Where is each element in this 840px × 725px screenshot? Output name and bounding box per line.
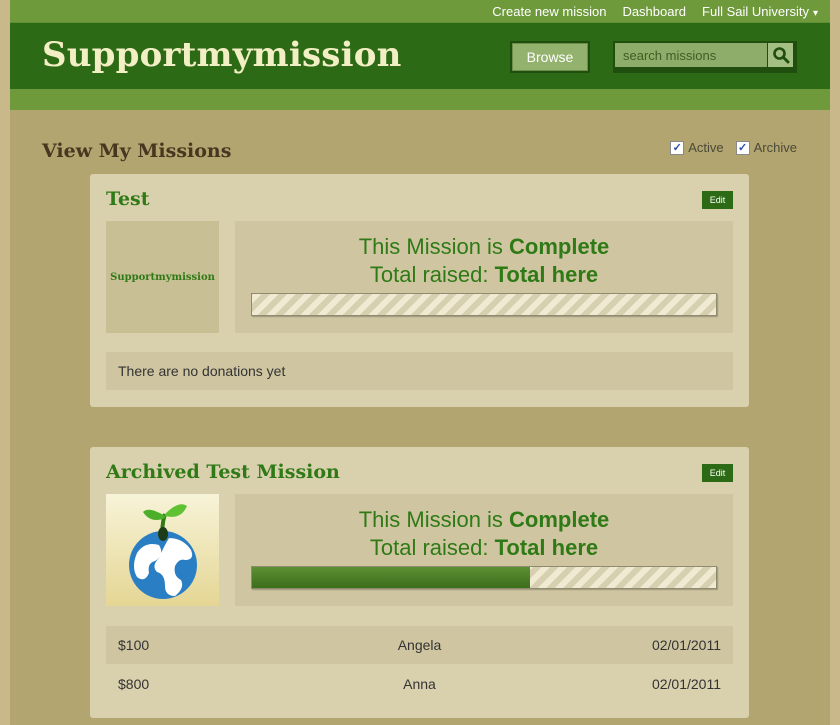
donation-amount: $100 xyxy=(118,637,150,653)
account-name: Full Sail University xyxy=(702,3,809,19)
filter-archive[interactable]: ✓ Archive xyxy=(735,140,797,155)
mission-status-panel: This Mission is Complete Total raised: T… xyxy=(235,221,733,333)
mission-card: Archived Test Mission Edit This Mission … xyxy=(90,447,749,718)
status-prefix: This Mission is xyxy=(358,234,510,259)
filter-label: Archive xyxy=(753,140,797,155)
search-input[interactable] xyxy=(615,43,767,67)
progress-bar xyxy=(251,293,717,316)
chevron-down-icon: ▾ xyxy=(812,7,818,19)
globe-sprout-icon xyxy=(128,504,197,599)
search-box xyxy=(613,41,797,73)
mission-card: Test Edit Supportmymission This Mission … xyxy=(90,174,749,407)
account-menu[interactable]: Full Sail University ▾ xyxy=(702,4,818,19)
edit-button[interactable]: Edit xyxy=(702,191,733,209)
donation-row: $100 Angela 02/01/2011 xyxy=(106,626,733,664)
progress-bar xyxy=(251,566,717,589)
edit-button[interactable]: Edit xyxy=(702,464,733,482)
search-icon xyxy=(772,47,789,64)
mission-thumbnail xyxy=(106,494,219,606)
status-value: Complete xyxy=(509,507,610,532)
mission-status: This Mission is Complete xyxy=(235,507,733,533)
header-subbar xyxy=(10,89,830,110)
dashboard-link[interactable]: Dashboard xyxy=(622,4,686,19)
filter-active[interactable]: ✓ Active xyxy=(670,140,724,155)
no-donations-message: There are no donations yet xyxy=(106,352,733,390)
mission-filters: ✓ Active ✓ Archive xyxy=(670,140,797,155)
page-title: View My Missions xyxy=(42,140,232,162)
mission-total: Total raised: Total here xyxy=(235,535,733,561)
mission-status: This Mission is Complete xyxy=(235,234,733,260)
mission-total: Total raised: Total here xyxy=(235,262,733,288)
donation-date: 02/01/2011 xyxy=(651,637,721,653)
donor-name: Anna xyxy=(403,676,436,692)
create-mission-link[interactable]: Create new mission xyxy=(492,4,606,19)
search-button[interactable] xyxy=(768,43,793,67)
browse-button[interactable]: Browse xyxy=(510,41,590,73)
status-prefix: This Mission is xyxy=(358,507,510,532)
total-value: Total here xyxy=(494,262,599,287)
top-nav: Create new mission Dashboard Full Sail U… xyxy=(10,0,830,22)
donation-amount: $800 xyxy=(118,676,150,692)
total-prefix: Total raised: xyxy=(369,262,495,287)
mission-title[interactable]: Test xyxy=(106,188,150,210)
active-checkbox[interactable]: ✓ xyxy=(670,140,685,155)
total-value: Total here xyxy=(494,535,599,560)
donor-name: Angela xyxy=(397,637,442,653)
site-header: Supportmymission Browse xyxy=(10,22,830,90)
filter-label: Active xyxy=(688,140,724,155)
total-prefix: Total raised: xyxy=(369,535,495,560)
donation-date: 02/01/2011 xyxy=(651,676,721,692)
site-logo[interactable]: Supportmymission xyxy=(42,35,402,75)
mission-thumbnail: Supportmymission xyxy=(106,221,219,333)
thumbnail-placeholder-text: Supportmymission xyxy=(110,271,215,283)
mission-title[interactable]: Archived Test Mission xyxy=(106,461,340,483)
archive-checkbox[interactable]: ✓ xyxy=(735,140,750,155)
donation-row: $800 Anna 02/01/2011 xyxy=(106,665,733,703)
status-value: Complete xyxy=(509,234,610,259)
progress-fill xyxy=(252,567,531,588)
mission-status-panel: This Mission is Complete Total raised: T… xyxy=(235,494,733,606)
